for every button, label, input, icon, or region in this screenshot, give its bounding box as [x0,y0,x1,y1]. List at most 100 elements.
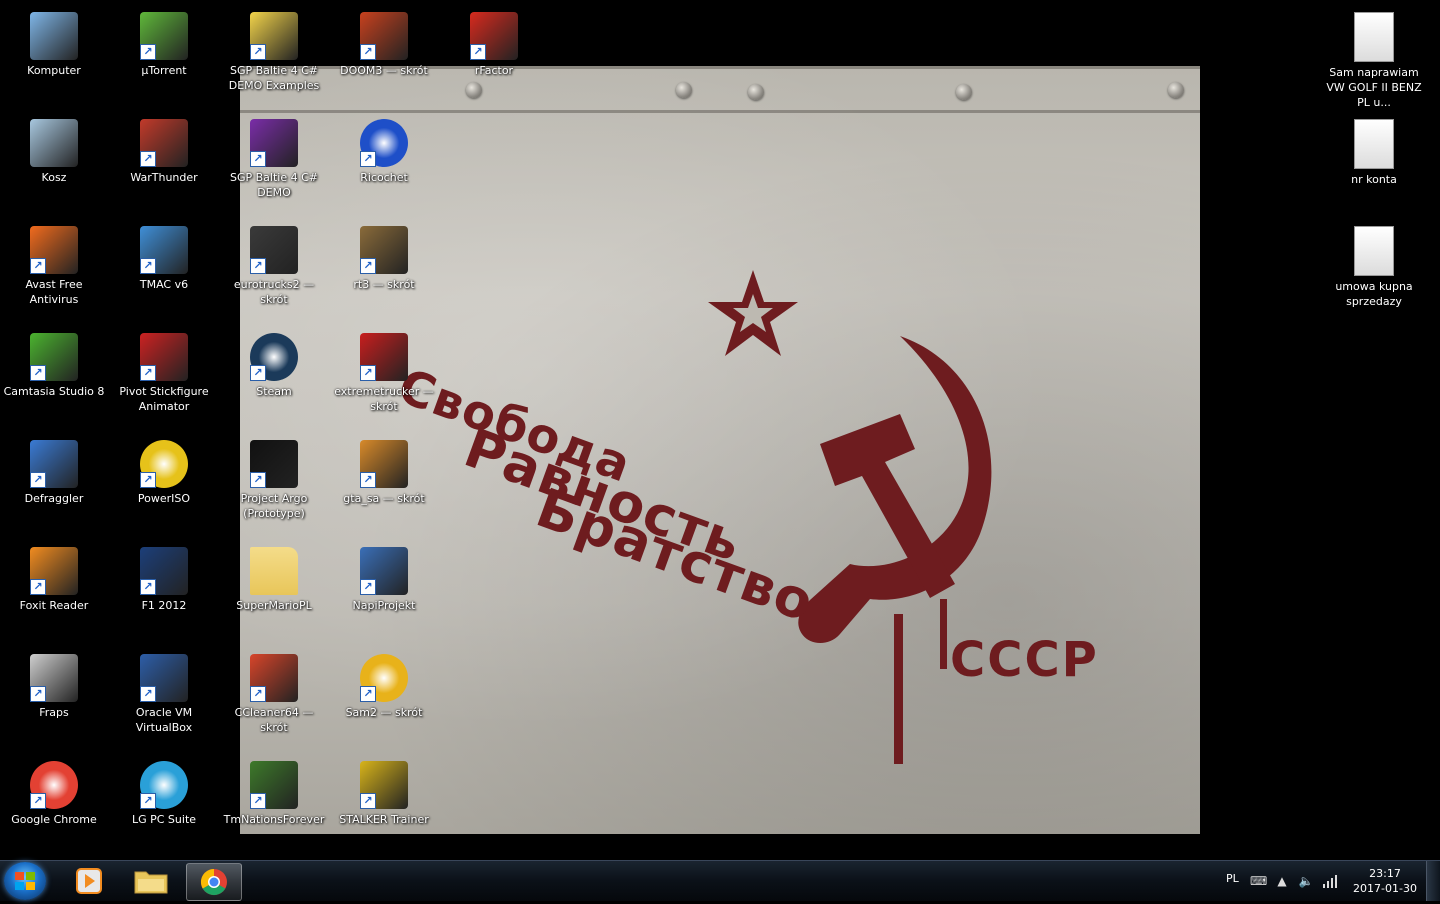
shortcut-arrow-icon: ↗ [140,365,156,381]
tmac-icon: ↗ [140,226,188,274]
shortcut-arrow-icon: ↗ [360,365,376,381]
clock-date: 2017-01-30 [1353,882,1417,895]
desktop-shortcut[interactable]: ↗ Camtasia Studio 8 [0,329,108,399]
desktop-shortcut[interactable]: ↗ CCleaner64 — skrót [220,650,328,735]
ricochet-icon: ↗ [360,119,408,167]
desktop-shortcut[interactable]: ↗ Project Argo (Prototype) [220,436,328,521]
desktop-shortcut[interactable]: ↗ extremetrucker — skrót [330,329,438,414]
desktop-shortcut[interactable]: ↗ Fraps [0,650,108,720]
desktop-shortcut[interactable]: ↗ NapiProjekt [330,543,438,613]
desktop-shortcut[interactable]: Kosz [0,115,108,185]
shortcut-arrow-icon: ↗ [30,472,46,488]
warthunder-icon: ↗ [140,119,188,167]
desktop-shortcut-label: TMAC v6 [139,278,189,291]
desktop-shortcut-label: Sam2 — skrót [345,706,423,719]
shortcut-arrow-icon: ↗ [140,151,156,167]
desktop-shortcut-label: Kosz [41,171,67,184]
desktop-shortcut[interactable]: Sam naprawiam VW GOLF II BENZ PL u... [1320,8,1428,110]
desktop-shortcut[interactable]: ↗ Foxit Reader [0,543,108,613]
desktop-shortcut[interactable]: ↗ Defraggler [0,436,108,506]
desktop-shortcut-label: Ricochet [360,171,408,184]
rt3-icon: ↗ [360,226,408,274]
shortcut-arrow-icon: ↗ [360,44,376,60]
hammer-sickle-emblem [798,336,992,764]
keyboard-icon[interactable]: ⌨ [1250,873,1267,889]
text-file-icon [1354,119,1394,169]
desktop-shortcut-label: Pivot Stickfigure Animator [119,385,209,413]
desktop-shortcut-label: LG PC Suite [131,813,197,826]
desktop-shortcut[interactable]: ↗ Pivot Stickfigure Animator [110,329,218,414]
desktop-shortcut[interactable]: ↗ STALKER Trainer [330,757,438,827]
desktop-shortcut[interactable]: ↗ gta_sa — skrót [330,436,438,506]
desktop-shortcut-label: umowa kupna sprzedazy [1335,280,1413,308]
foxit-icon: ↗ [30,547,78,595]
desktop-shortcut[interactable]: ↗ WarThunder [110,115,218,185]
desktop-shortcut[interactable]: ↗ rt3 — skrót [330,222,438,292]
desktop-shortcut[interactable]: ↗ SGP Baltie 4 C# DEMO Examples [220,8,328,93]
desktop-shortcut[interactable]: ↗ TMAC v6 [110,222,218,292]
language-indicator[interactable]: PL [1226,872,1239,885]
show-desktop-button[interactable] [1426,861,1440,901]
fraps-icon: ↗ [30,654,78,702]
tmnations-icon: ↗ [250,761,298,809]
desktop-shortcut-label: Avast Free Antivirus [25,278,83,306]
desktop-shortcut-label: gta_sa — skrót [343,492,425,505]
extremetrucker-icon: ↗ [360,333,408,381]
desktop-shortcut[interactable]: ↗ µTorrent [110,8,218,78]
desktop-shortcut[interactable]: ↗ Google Chrome [0,757,108,827]
desktop-shortcut[interactable]: nr konta [1320,115,1428,187]
desktop-shortcut[interactable]: SuperMarioPL [220,543,328,613]
show-hidden-icon[interactable]: ▲ [1274,873,1290,889]
desktop-shortcut-label: rFactor [474,64,514,77]
eurotrucks-icon: ↗ [250,226,298,274]
desktop-shortcut-label: DOOM3 — skrót [340,64,428,77]
desktop-shortcut[interactable]: ↗ DOOM3 — skrót [330,8,438,78]
ccleaner-icon: ↗ [250,654,298,702]
desktop-shortcut-label: NapiProjekt [352,599,416,612]
desktop-shortcut[interactable]: ↗ F1 2012 [110,543,218,613]
desktop-shortcut[interactable]: Komputer [0,8,108,78]
desktop-shortcut-label: CCleaner64 — skrót [234,706,314,734]
desktop-shortcut-label: Steam [256,385,292,398]
desktop-shortcut-label: Camtasia Studio 8 [3,385,105,398]
doom3-icon: ↗ [360,12,408,60]
poweriso-icon: ↗ [140,440,188,488]
baltie-examples-icon: ↗ [250,12,298,60]
desktop-shortcut[interactable]: ↗ LG PC Suite [110,757,218,827]
network-icon[interactable] [1322,873,1338,889]
desktop-shortcut[interactable]: ↗ SGP Baltie 4 C# DEMO [220,115,328,200]
desktop-shortcut-label: SGP Baltie 4 C# DEMO [229,171,318,199]
baltie-icon: ↗ [250,119,298,167]
shortcut-arrow-icon: ↗ [360,258,376,274]
desktop-shortcut[interactable]: ↗ Steam [220,329,328,399]
desktop-shortcut[interactable]: ↗ rFactor [440,8,548,78]
document-icon [1354,226,1394,276]
desktop-shortcut[interactable]: ↗ PowerISO [110,436,218,506]
shortcut-arrow-icon: ↗ [470,44,486,60]
desktop-shortcut-label: SuperMarioPL [236,599,312,612]
defraggler-icon: ↗ [30,440,78,488]
taskbar-clock[interactable]: 23:17 2017-01-30 [1350,866,1420,896]
shortcut-arrow-icon: ↗ [250,686,266,702]
lg-pc-suite-icon: ↗ [140,761,188,809]
desktop-shortcut[interactable]: ↗ TmNationsForever [220,757,328,827]
chrome-icon: ↗ [30,761,78,809]
volume-icon[interactable]: 🔈 [1298,873,1314,889]
desktop-shortcut-label: Foxit Reader [19,599,89,612]
napiprojekt-icon: ↗ [360,547,408,595]
desktop-shortcut-label: Project Argo (Prototype) [240,492,308,520]
shortcut-arrow-icon: ↗ [140,44,156,60]
desktop-shortcut[interactable]: ↗ Ricochet [330,115,438,185]
shortcut-arrow-icon: ↗ [360,793,376,809]
desktop-shortcut-label: PowerISO [137,492,191,505]
shortcut-arrow-icon: ↗ [30,258,46,274]
desktop-shortcut-label: nr konta [1351,173,1397,186]
shortcut-arrow-icon: ↗ [30,686,46,702]
folder-icon [250,547,298,595]
desktop-shortcut[interactable]: ↗ Sam2 — skrót [330,650,438,720]
argo-icon: ↗ [250,440,298,488]
desktop-shortcut[interactable]: ↗ Oracle VM VirtualBox [110,650,218,735]
desktop-shortcut[interactable]: ↗ Avast Free Antivirus [0,222,108,307]
desktop-shortcut[interactable]: umowa kupna sprzedazy [1320,222,1428,309]
desktop-shortcut[interactable]: ↗ eurotrucks2 — skrót [220,222,328,307]
